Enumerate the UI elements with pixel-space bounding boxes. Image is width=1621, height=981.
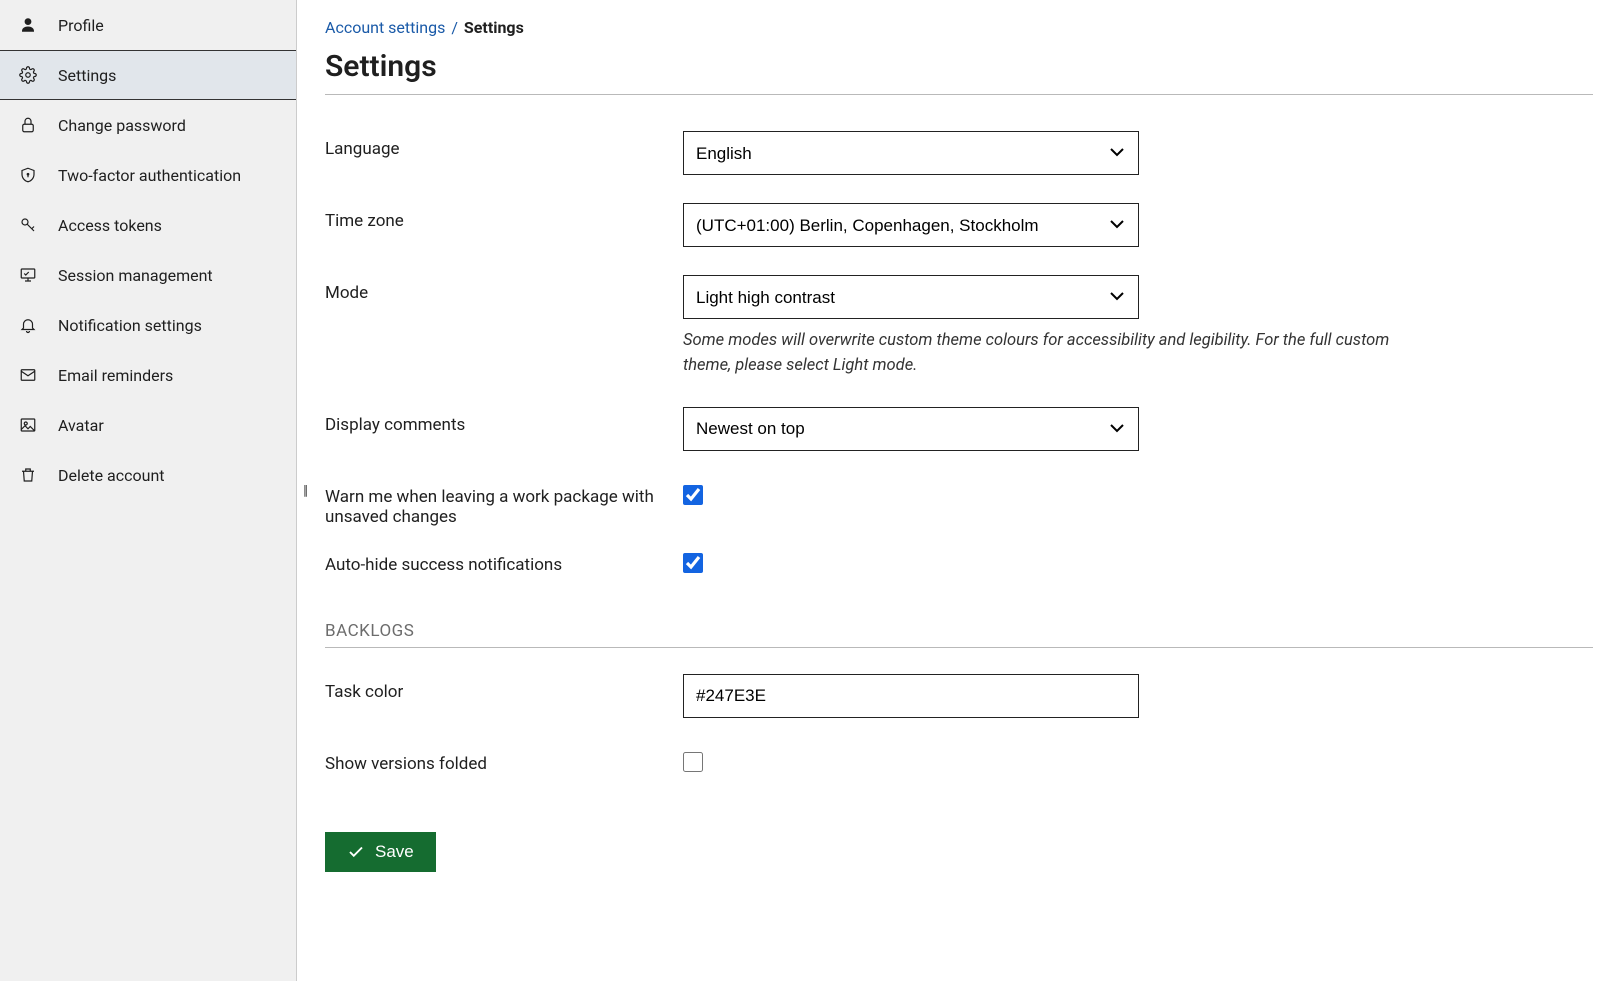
label-warn-unsaved: Warn me when leaving a work package with…: [325, 479, 683, 527]
select-display-comments[interactable]: Newest on top: [683, 407, 1139, 451]
row-warn-unsaved: Warn me when leaving a work package with…: [325, 479, 1593, 527]
user-icon: [18, 15, 38, 35]
sidebar-item-notification-settings[interactable]: Notification settings: [0, 300, 296, 350]
sidebar-item-label: Email reminders: [58, 366, 173, 385]
sidebar-item-session-management[interactable]: Session management: [0, 250, 296, 300]
row-timezone: Time zone (UTC+01:00) Berlin, Copenhagen…: [325, 203, 1593, 247]
label-mode: Mode: [325, 275, 683, 303]
checkbox-versions-folded[interactable]: [683, 752, 703, 772]
select-language[interactable]: English: [683, 131, 1139, 175]
breadcrumb-parent-link[interactable]: Account settings: [325, 18, 445, 37]
row-versions-folded: Show versions folded: [325, 746, 1593, 776]
select-mode[interactable]: Light high contrast: [683, 275, 1139, 319]
sidebar-item-2fa[interactable]: Two-factor authentication: [0, 150, 296, 200]
sidebar-item-label: Settings: [58, 66, 116, 85]
section-heading-backlogs: BACKLOGS: [325, 621, 1593, 641]
sidebar-item-label: Notification settings: [58, 316, 202, 335]
gear-icon: [18, 65, 38, 85]
sidebar-item-label: Access tokens: [58, 216, 162, 235]
sidebar-item-email-reminders[interactable]: Email reminders: [0, 350, 296, 400]
shield-icon: [18, 165, 38, 185]
image-icon: [18, 415, 38, 435]
label-task-color: Task color: [325, 674, 683, 702]
breadcrumb: Account settings / Settings: [325, 18, 1593, 37]
checkbox-autohide[interactable]: [683, 553, 703, 573]
row-autohide: Auto-hide success notifications: [325, 547, 1593, 577]
mail-icon: [18, 365, 38, 385]
title-divider: [325, 94, 1593, 95]
check-icon: [347, 843, 365, 861]
bell-icon: [18, 315, 38, 335]
save-button[interactable]: Save: [325, 832, 436, 872]
sidebar-item-delete-account[interactable]: Delete account: [0, 450, 296, 500]
row-language: Language English: [325, 131, 1593, 175]
monitor-icon: [18, 265, 38, 285]
sidebar-item-label: Two-factor authentication: [58, 166, 241, 185]
lock-icon: [18, 115, 38, 135]
sidebar-item-label: Avatar: [58, 416, 104, 435]
sidebar-item-label: Profile: [58, 16, 104, 35]
sidebar-item-settings[interactable]: Settings: [0, 50, 296, 100]
mode-help-text: Some modes will overwrite custom theme c…: [683, 329, 1403, 379]
row-display-comments: Display comments Newest on top: [325, 407, 1593, 451]
sidebar-item-avatar[interactable]: Avatar: [0, 400, 296, 450]
row-task-color: Task color: [325, 674, 1593, 718]
input-task-color[interactable]: [683, 674, 1139, 718]
page-title: Settings: [325, 49, 1593, 84]
select-timezone[interactable]: (UTC+01:00) Berlin, Copenhagen, Stockhol…: [683, 203, 1139, 247]
checkbox-warn-unsaved[interactable]: [683, 485, 703, 505]
sidebar-item-profile[interactable]: Profile: [0, 0, 296, 50]
sidebar-item-change-password[interactable]: Change password: [0, 100, 296, 150]
label-language: Language: [325, 131, 683, 159]
breadcrumb-current: Settings: [464, 18, 524, 37]
sidebar: Profile Settings Change password Two-fac…: [0, 0, 297, 981]
save-button-label: Save: [375, 842, 414, 862]
label-display-comments: Display comments: [325, 407, 683, 435]
label-autohide: Auto-hide success notifications: [325, 547, 683, 575]
label-versions-folded: Show versions folded: [325, 746, 683, 774]
sidebar-item-access-tokens[interactable]: Access tokens: [0, 200, 296, 250]
sidebar-item-label: Session management: [58, 266, 213, 285]
key-icon: [18, 215, 38, 235]
breadcrumb-separator: /: [451, 18, 458, 37]
row-mode: Mode Light high contrast Some modes will…: [325, 275, 1593, 379]
trash-icon: [18, 465, 38, 485]
sidebar-resize-handle[interactable]: ||: [303, 483, 306, 499]
sidebar-item-label: Delete account: [58, 466, 165, 485]
backlogs-divider: [325, 647, 1593, 648]
main-content: Account settings / Settings Settings Lan…: [297, 0, 1621, 981]
sidebar-item-label: Change password: [58, 116, 186, 135]
label-timezone: Time zone: [325, 203, 683, 231]
